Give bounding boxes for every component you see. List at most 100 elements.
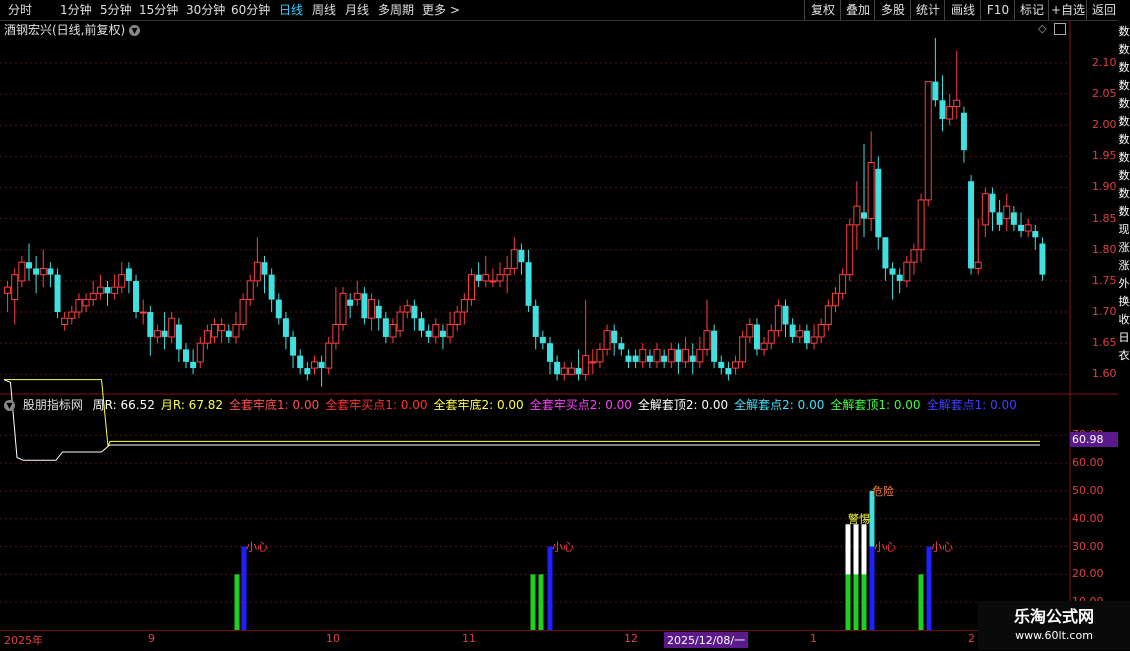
candle-body — [532, 305, 539, 337]
adjust-button[interactable]: 复权 — [804, 0, 841, 20]
signal-bar — [853, 524, 859, 630]
right-column-char: 数 — [1118, 43, 1130, 56]
price-tick-label: 1.85 — [1092, 211, 1117, 225]
candle-body — [932, 81, 939, 101]
candle-body — [82, 299, 90, 307]
candle-body — [297, 355, 304, 369]
candle-body — [460, 299, 468, 313]
current-value-badge: 60.98 — [1070, 432, 1120, 447]
candle-body — [889, 268, 896, 275]
period-month-button[interactable]: 月线 — [345, 2, 369, 18]
candle-body — [831, 292, 839, 307]
period-5min-button[interactable]: 5分钟 — [100, 2, 132, 18]
mark-button[interactable]: 标记 — [1014, 0, 1049, 20]
signal-label: 小心 — [931, 541, 953, 554]
right-column-char: 数 — [1118, 97, 1130, 110]
watermark-logo: 乐淘公式网 www.60lt.com — [978, 601, 1130, 650]
period-60min-button[interactable]: 60分钟 — [231, 2, 270, 18]
right-info-column: 数数数数数数数数数数数现涨涨外换收日衣 — [1118, 20, 1130, 630]
period-toolbar: 分时 1分钟 5分钟 15分钟 30分钟 60分钟 日线 周线 月线 多周期 更… — [0, 0, 1130, 21]
candle-body — [282, 318, 289, 337]
multi-stock-button[interactable]: 多股 — [874, 0, 911, 20]
candle-body — [839, 274, 847, 294]
right-column-char: 数 — [1118, 79, 1130, 92]
signal-bar — [538, 574, 544, 630]
stock-title: 酒钢宏兴(日线,前复权) — [4, 23, 126, 37]
indicator-value-0: 周R: 66.52 — [92, 398, 155, 412]
candle-body — [767, 330, 775, 344]
candle-body — [232, 323, 240, 338]
right-column-char: 数 — [1118, 133, 1130, 146]
signal-label: 警惕 — [848, 512, 870, 526]
candle-body — [575, 368, 582, 375]
indicator-tick-label: 20.00 — [1072, 567, 1104, 581]
candle-body — [739, 336, 747, 363]
candle-body — [218, 323, 226, 332]
draw-line-button[interactable]: 画线 — [944, 0, 981, 20]
f10-button[interactable]: F10 — [980, 0, 1015, 20]
indicator-line-0 — [3, 379, 1040, 461]
candle-body — [774, 305, 782, 332]
candle-body — [18, 261, 26, 282]
right-column-char: 换 — [1118, 295, 1130, 308]
add-watchlist-button[interactable]: +自选 — [1048, 0, 1087, 20]
stats-button[interactable]: 统计 — [910, 0, 945, 20]
period-day-button[interactable]: 日线 — [279, 2, 303, 18]
candle-body — [425, 330, 432, 337]
candle-body — [625, 355, 632, 362]
candle-body — [682, 348, 690, 363]
diamond-icon[interactable]: ◇ — [1038, 22, 1046, 35]
price-tick-label: 1.95 — [1092, 149, 1117, 163]
candle-body — [382, 318, 389, 337]
window-toggle-icon[interactable] — [1054, 23, 1066, 35]
candle-body — [582, 355, 590, 375]
candle-body — [718, 361, 725, 369]
candle-body — [939, 100, 946, 119]
candle-body — [153, 330, 161, 338]
candle-body — [653, 348, 661, 363]
signal-bar — [926, 546, 932, 630]
date-tick-label: 12 — [624, 632, 638, 645]
price-tick-label: 2.00 — [1092, 118, 1117, 132]
back-button[interactable]: 返回 — [1086, 0, 1121, 20]
indicator-value-4: 全套牢底2: 0.00 — [433, 398, 524, 412]
date-tick-label: 10 — [326, 632, 340, 645]
chart-title-bar: 酒钢宏兴(日线,前复权) ▼ — [4, 22, 141, 38]
chevron-down-icon[interactable]: ▼ — [4, 400, 15, 411]
period-15min-button[interactable]: 15分钟 — [139, 2, 178, 18]
candle-body — [974, 261, 982, 269]
candle-body — [989, 193, 996, 213]
indicator-value-2: 全套牢底1: 0.00 — [229, 398, 320, 412]
date-tick-label: 11 — [462, 632, 476, 645]
indicator-value-3: 全套牢买点1: 0.00 — [325, 398, 428, 412]
right-column-char: 数 — [1118, 151, 1130, 164]
candle-body — [253, 261, 261, 282]
signal-bar — [853, 574, 859, 630]
chevron-down-icon[interactable]: ▼ — [129, 25, 141, 36]
candle-body — [396, 311, 404, 332]
overlay-button[interactable]: 叠加 — [840, 0, 875, 20]
price-tick-label: 1.80 — [1092, 242, 1117, 256]
candle-body — [39, 267, 47, 276]
period-multi-button[interactable]: 多周期 — [378, 2, 414, 18]
right-column-char: 日 — [1118, 331, 1130, 344]
price-tick-label: 1.75 — [1092, 273, 1117, 287]
candle-body — [161, 330, 168, 337]
candle-body — [667, 348, 675, 363]
period-more-button[interactable]: 更多 > — [422, 2, 460, 18]
candle-body — [968, 181, 975, 269]
period-week-button[interactable]: 周线 — [312, 2, 336, 18]
signal-bar — [530, 574, 536, 630]
period-30min-button[interactable]: 30分钟 — [186, 2, 225, 18]
candle-body — [1018, 224, 1025, 232]
period-1min-button[interactable]: 1分钟 — [60, 2, 92, 18]
candle-body — [33, 268, 40, 275]
candle-body — [518, 249, 525, 263]
candle-body — [996, 212, 1003, 225]
price-chart[interactable]: 小心 小心 小心 小心 危险警惕 — [0, 0, 1130, 650]
period-minute-button[interactable]: 分时 — [8, 2, 32, 18]
candle-body — [554, 361, 561, 375]
candle-body — [190, 361, 197, 369]
candle-body — [211, 323, 219, 338]
candle-body — [732, 361, 740, 369]
